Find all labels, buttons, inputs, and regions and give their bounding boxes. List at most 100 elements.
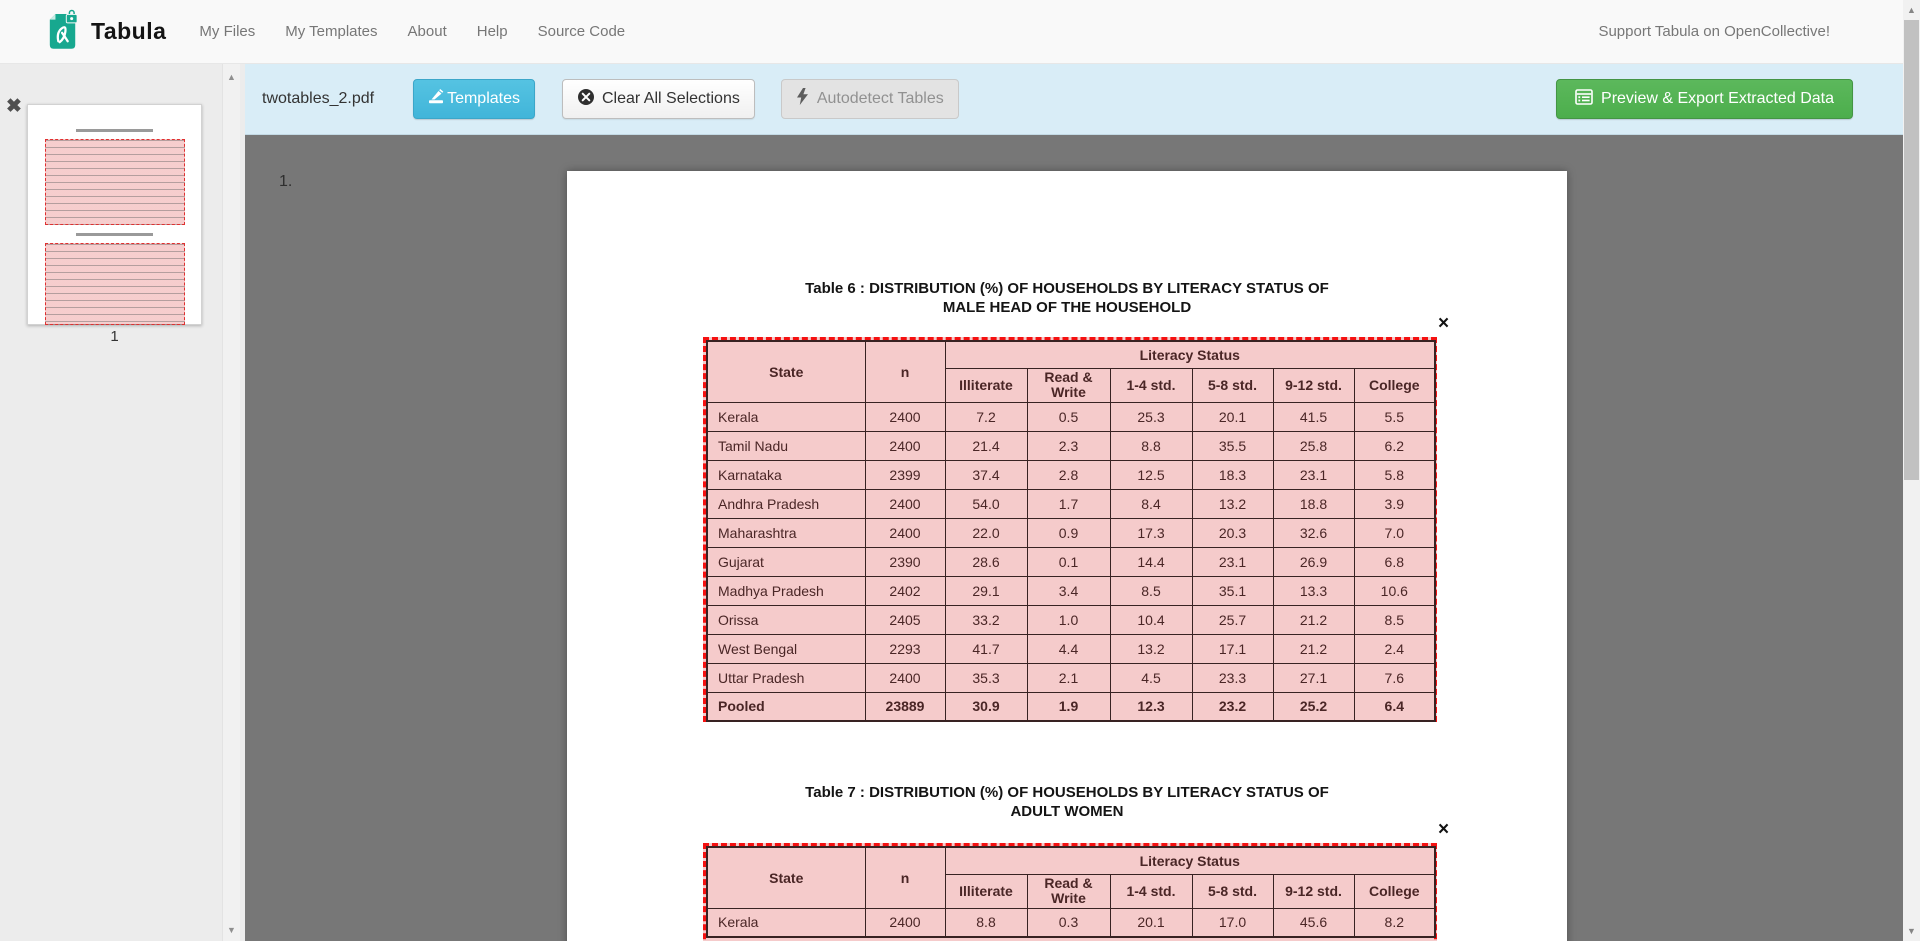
tabula-home-link[interactable]: Tabula	[47, 6, 166, 57]
table-cell: 18.3	[1192, 460, 1273, 489]
table-cell: 25.7	[1192, 605, 1273, 634]
column-header: 1-4 std.	[1110, 874, 1192, 908]
table-cell: 23.3	[1192, 663, 1273, 692]
column-header: Read & Write	[1027, 874, 1110, 908]
table-cell: Kerala	[707, 908, 865, 937]
table-cell: 35.5	[1192, 431, 1273, 460]
clear-all-selections-button[interactable]: Clear All Selections	[562, 79, 755, 119]
remove-circle-icon	[577, 88, 602, 111]
table-row: Kerala24007.20.525.320.141.55.5	[707, 402, 1435, 431]
table-cell: 45.6	[1273, 908, 1354, 937]
table-cell: 13.3	[1273, 576, 1354, 605]
table6-selection-region[interactable]: State n Literacy Status Illiterate Read …	[703, 337, 1437, 722]
list-alt-icon	[1575, 88, 1601, 111]
templates-icon	[428, 88, 447, 110]
table-cell: 30.9	[945, 692, 1027, 721]
page-thumbnails-sidebar: ✖ 1 ▲ ▼	[0, 64, 245, 941]
table-cell: 1.9	[1027, 692, 1110, 721]
column-header: 5-8 std.	[1192, 368, 1273, 402]
table-cell: 2390	[865, 547, 945, 576]
table-cell: 18.8	[1273, 489, 1354, 518]
preview-export-button[interactable]: Preview & Export Extracted Data	[1556, 79, 1853, 119]
table-cell: 8.5	[1110, 576, 1192, 605]
window-scrollbar[interactable]: ▲ ▼	[1903, 0, 1920, 941]
table-cell: 17.3	[1110, 518, 1192, 547]
close-table7-selection-icon[interactable]: ×	[1438, 820, 1449, 839]
table-cell: 12.5	[1110, 460, 1192, 489]
pdf-page-1[interactable]: Table 6 : DISTRIBUTION (%) OF HOUSEHOLDS…	[567, 171, 1567, 941]
clear-all-selections-label: Clear All Selections	[602, 90, 740, 108]
app-body: ✖ 1 ▲ ▼ twotables_2.pdf	[0, 64, 1903, 941]
table-cell: 6.8	[1354, 547, 1435, 576]
table6: State n Literacy Status Illiterate Read …	[706, 340, 1436, 722]
table-cell: 2400	[865, 402, 945, 431]
table-cell: Orissa	[707, 605, 865, 634]
table-cell: 17.0	[1192, 908, 1273, 937]
table-row: Pooled2388930.91.912.323.225.26.4	[707, 692, 1435, 721]
nav-link-help[interactable]: Help	[462, 0, 523, 64]
column-header: 9-12 std.	[1273, 874, 1354, 908]
nav-link-about[interactable]: About	[393, 0, 462, 64]
remove-page-icon[interactable]: ✖	[6, 97, 22, 116]
table7-body: Kerala24008.80.320.117.045.68.2	[707, 908, 1435, 937]
table-cell: 20.1	[1192, 402, 1273, 431]
nav-link-my-templates[interactable]: My Templates	[270, 0, 392, 64]
scroll-down-icon[interactable]: ▼	[1903, 926, 1920, 936]
table-cell: Maharashtra	[707, 518, 865, 547]
table-cell: 2.1	[1027, 663, 1110, 692]
table-cell: 0.3	[1027, 908, 1110, 937]
table6-title: Table 6 : DISTRIBUTION (%) OF HOUSEHOLDS…	[567, 279, 1567, 317]
table-cell: 12.3	[1110, 692, 1192, 721]
table-row: Madhya Pradesh240229.13.48.535.113.310.6	[707, 576, 1435, 605]
table-cell: 17.1	[1192, 634, 1273, 663]
table-cell: 22.0	[945, 518, 1027, 547]
table7-selection-region[interactable]: State n Literacy Status Illiterate Read …	[703, 843, 1437, 941]
table-row: Andhra Pradesh240054.01.78.413.218.83.9	[707, 489, 1435, 518]
table-cell: 8.5	[1354, 605, 1435, 634]
table6-body: Kerala24007.20.525.320.141.55.5Tamil Nad…	[707, 402, 1435, 721]
column-header: n	[865, 341, 945, 402]
templates-button[interactable]: Templates	[413, 79, 535, 119]
page-1-thumbnail[interactable]	[27, 104, 202, 325]
scrollbar-thumb[interactable]	[1904, 20, 1919, 480]
thumbnail-page-number: 1	[27, 328, 202, 345]
table-cell: 10.4	[1110, 605, 1192, 634]
scroll-down-icon[interactable]: ▼	[223, 925, 240, 935]
table-cell: 29.1	[945, 576, 1027, 605]
thumbnail-title-line	[76, 129, 152, 132]
table-cell: 35.1	[1192, 576, 1273, 605]
table-cell: 21.2	[1273, 634, 1354, 663]
table-cell: 7.6	[1354, 663, 1435, 692]
support-link[interactable]: Support Tabula on OpenCollective!	[1598, 23, 1830, 40]
table-cell: West Bengal	[707, 634, 865, 663]
autodetect-tables-label: Autodetect Tables	[817, 90, 944, 108]
table-cell: 1.7	[1027, 489, 1110, 518]
table-cell: 21.4	[945, 431, 1027, 460]
nav-link-source-code[interactable]: Source Code	[523, 0, 641, 64]
table-cell: 14.4	[1110, 547, 1192, 576]
main-panel: twotables_2.pdf Templates	[245, 64, 1903, 941]
table-row: Maharashtra240022.00.917.320.332.67.0	[707, 518, 1435, 547]
scroll-up-icon[interactable]: ▲	[223, 72, 240, 82]
column-header: Read & Write	[1027, 368, 1110, 402]
table-cell: 4.5	[1110, 663, 1192, 692]
scroll-up-icon[interactable]: ▲	[1903, 5, 1920, 15]
sidebar-scrollbar[interactable]: ▲ ▼	[222, 64, 240, 941]
table-cell: 2400	[865, 489, 945, 518]
table-row: West Bengal229341.74.413.217.121.22.4	[707, 634, 1435, 663]
table-cell: Uttar Pradesh	[707, 663, 865, 692]
table-cell: 2400	[865, 663, 945, 692]
table-cell: Andhra Pradesh	[707, 489, 865, 518]
nav-link-my-files[interactable]: My Files	[184, 0, 270, 64]
column-header: Illiterate	[945, 368, 1027, 402]
column-header: 5-8 std.	[1192, 874, 1273, 908]
table-cell: Pooled	[707, 692, 865, 721]
table-cell: 7.2	[945, 402, 1027, 431]
close-table6-selection-icon[interactable]: ×	[1438, 314, 1449, 333]
autodetect-tables-button[interactable]: Autodetect Tables	[781, 79, 959, 119]
table7-title: Table 7 : DISTRIBUTION (%) OF HOUSEHOLDS…	[567, 783, 1567, 821]
table-cell: 20.3	[1192, 518, 1273, 547]
table-cell: 23889	[865, 692, 945, 721]
column-header: College	[1354, 368, 1435, 402]
thumbnail-title-line	[76, 233, 152, 236]
